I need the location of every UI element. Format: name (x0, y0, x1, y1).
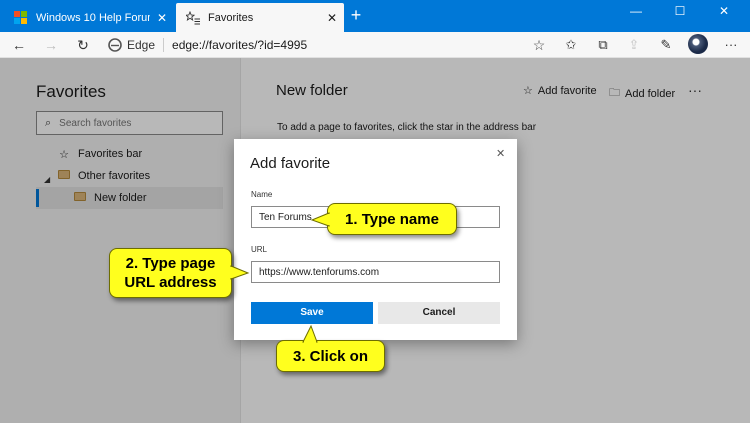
tab-close-icon[interactable]: ✕ (320, 11, 344, 25)
refresh-icon[interactable]: ↻ (72, 34, 94, 56)
url-field-label: URL (251, 245, 268, 254)
callout-type-name: 1. Type name (310, 203, 457, 235)
callout-type-url: 2. Type page URL address (109, 248, 250, 298)
share-icon[interactable]: ⇪ (623, 34, 645, 56)
callout-text-line2: URL address (124, 274, 217, 291)
address-bar[interactable]: Edge edge://favorites/?id=4995 (104, 34, 554, 56)
callout-text: 3. Click on (292, 348, 369, 365)
close-window-button[interactable]: ✕ (702, 0, 746, 22)
favorites-list-icon (184, 10, 200, 25)
site-identity-label: Edge (127, 38, 156, 52)
feedback-icon[interactable]: ✎ (655, 34, 677, 56)
add-to-favorites-star-icon[interactable]: ☆ (528, 34, 550, 56)
url-text[interactable]: edge://favorites/?id=4995 (172, 38, 307, 52)
name-field-label: Name (251, 190, 273, 199)
favorites-icon[interactable]: ✩ (560, 34, 582, 56)
cancel-button[interactable]: Cancel (378, 302, 500, 324)
navigation-toolbar: ← → ↻ Edge edge://favorites/?id=4995 ☆ ✩… (0, 32, 750, 58)
add-favorite-dialog: Add favorite ✕ Name URL Save Cancel (234, 139, 517, 340)
profile-avatar[interactable] (688, 34, 708, 54)
tab-favorites[interactable]: Favorites ✕ (176, 3, 344, 32)
collections-icon[interactable]: ⧉ (592, 34, 614, 56)
callout-click-save: 3. Click on (276, 324, 385, 372)
forward-arrow-icon[interactable]: → (40, 34, 62, 56)
new-tab-button[interactable]: + (346, 6, 366, 26)
close-icon[interactable]: ✕ (496, 147, 505, 160)
dialog-title: Add favorite (250, 155, 331, 172)
edge-logo-icon (108, 38, 122, 52)
address-separator (163, 38, 165, 52)
url-field[interactable] (251, 261, 500, 283)
tab-windows-10-help-forums[interactable]: Windows 10 Help Forums ✕ (4, 3, 174, 32)
callout-pointer (230, 265, 250, 280)
callout-text: 1. Type name (345, 211, 439, 228)
minimize-button[interactable]: — (614, 0, 658, 22)
settings-more-icon[interactable]: ··· (720, 34, 742, 56)
tab-close-icon[interactable]: ✕ (150, 11, 174, 25)
tab-title: Favorites (208, 11, 254, 24)
back-arrow-icon[interactable]: ← (8, 34, 30, 56)
callout-pointer (302, 324, 318, 343)
title-bar: Windows 10 Help Forums ✕ Favorites ✕ + —… (0, 0, 750, 32)
save-button[interactable]: Save (251, 302, 373, 324)
maximize-button[interactable]: ☐ (658, 0, 702, 22)
callout-text-line1: 2. Type page (125, 255, 216, 272)
callout-pointer (310, 212, 330, 227)
tab-title: Windows 10 Help Forums (36, 11, 150, 24)
windows-logo-icon (14, 10, 28, 25)
